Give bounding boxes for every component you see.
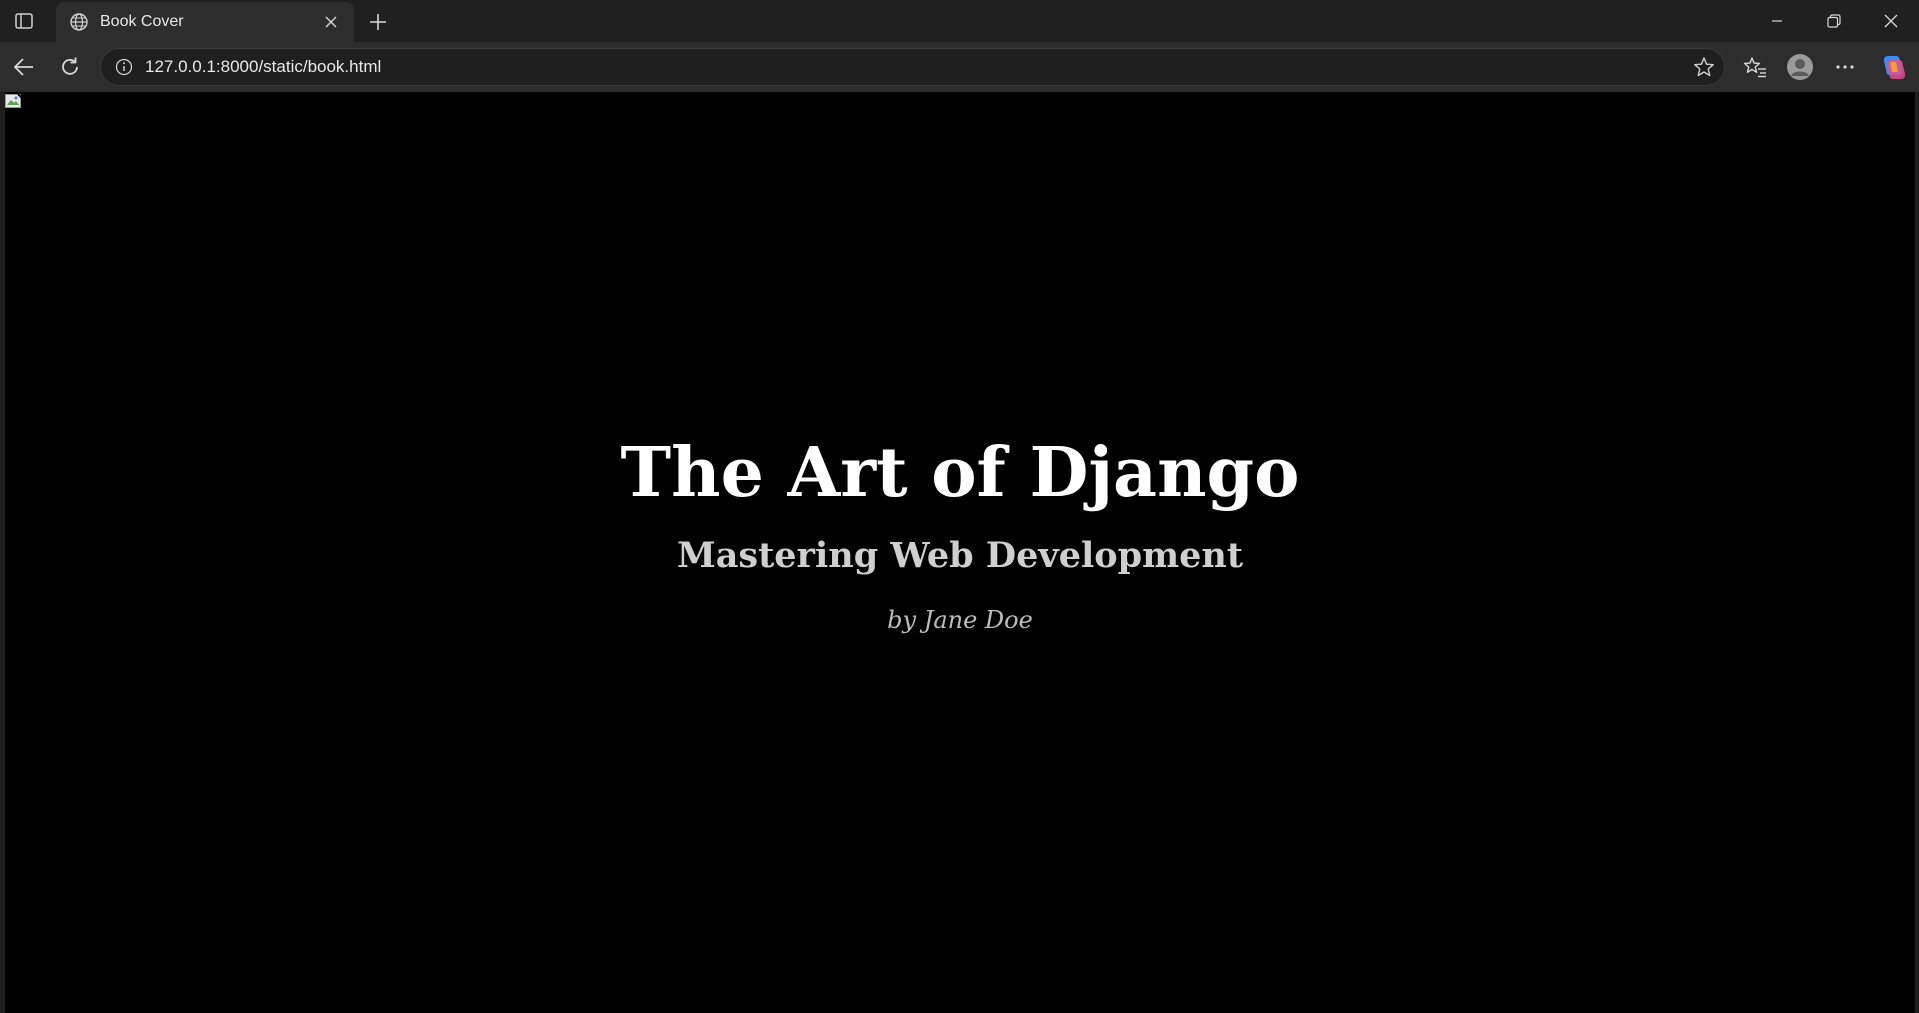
book-author: by Jane Doe xyxy=(887,605,1033,634)
new-tab-button[interactable] xyxy=(364,8,392,36)
star-icon[interactable] xyxy=(1684,49,1724,85)
plus-icon xyxy=(370,14,386,30)
sidebar-toggle-icon[interactable] xyxy=(12,10,36,32)
favorites-icon xyxy=(1743,57,1766,78)
back-arrow-icon xyxy=(13,58,33,76)
more-button[interactable] xyxy=(1829,51,1861,83)
tab-title: Book Cover xyxy=(100,13,184,30)
url-text[interactable]: 127.0.0.1:8000/static/book.html xyxy=(145,57,1684,77)
copilot-button[interactable] xyxy=(1877,51,1909,83)
window-close-button[interactable] xyxy=(1862,0,1919,42)
minimize-button[interactable] xyxy=(1748,0,1805,42)
restore-icon xyxy=(1826,14,1841,28)
minimize-icon xyxy=(1771,20,1782,22)
book-subtitle: Mastering Web Development xyxy=(676,534,1244,576)
browser-tab[interactable]: Book Cover xyxy=(56,2,354,42)
address-bar[interactable]: 127.0.0.1:8000/static/book.html xyxy=(100,48,1725,86)
profile-icon xyxy=(1787,54,1813,80)
profile-button[interactable] xyxy=(1784,51,1816,83)
page-viewport: The Art of Django Mastering Web Developm… xyxy=(5,92,1915,1013)
close-icon[interactable] xyxy=(320,11,342,33)
window-controls xyxy=(1748,0,1919,42)
copilot-icon xyxy=(1883,56,1906,79)
back-button[interactable] xyxy=(8,51,40,83)
browser-toolbar: 127.0.0.1:8000/static/book.html xyxy=(0,42,1919,92)
refresh-button[interactable] xyxy=(54,51,86,83)
window-close-icon xyxy=(1884,14,1897,28)
restore-button[interactable] xyxy=(1805,0,1862,42)
more-icon xyxy=(1836,65,1854,69)
globe-icon xyxy=(68,11,90,33)
book-cover: The Art of Django Mastering Web Developm… xyxy=(5,92,1915,1013)
favorites-button[interactable] xyxy=(1739,51,1771,83)
info-icon[interactable] xyxy=(105,49,143,85)
book-title: The Art of Django xyxy=(620,433,1300,514)
refresh-icon xyxy=(62,57,78,75)
browser-titlebar: Book Cover xyxy=(0,0,1919,42)
